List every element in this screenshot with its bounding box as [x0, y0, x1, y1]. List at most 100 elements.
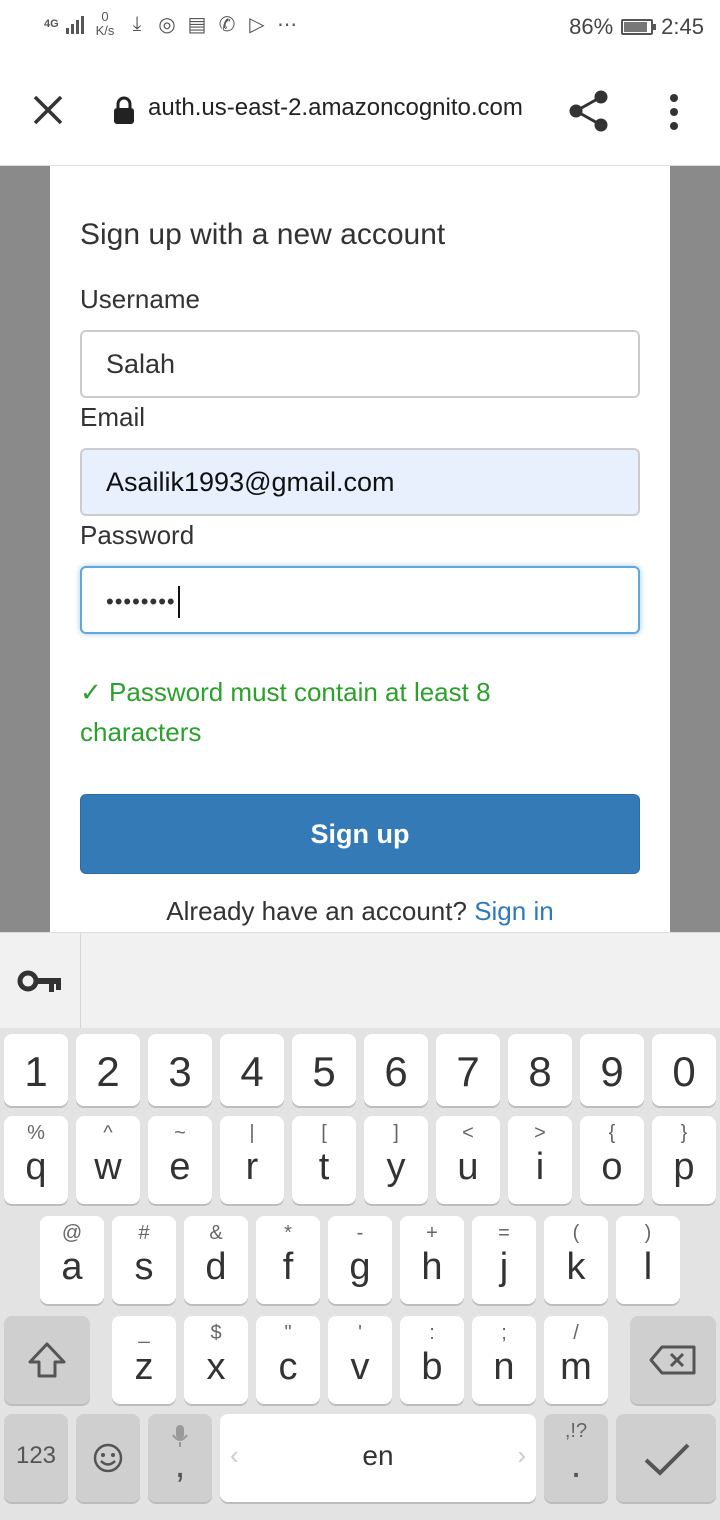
key-1[interactable]: 1 — [4, 1034, 68, 1106]
keyboard-suggestion-bar — [0, 932, 720, 1029]
key-label: x — [206, 1346, 226, 1388]
network-speed-value: 0 — [101, 9, 109, 24]
key-label: c — [278, 1346, 298, 1388]
key-label: e — [169, 1146, 191, 1188]
key-label: en — [362, 1440, 394, 1471]
browser-toolbar: auth.us-east-2.amazoncognito.com — [0, 56, 720, 166]
share-icon[interactable] — [566, 88, 612, 134]
key-s[interactable]: # s — [112, 1216, 176, 1304]
key-secondary-label: ) — [644, 1222, 652, 1244]
key-4[interactable]: 4 — [220, 1034, 284, 1106]
key-label: h — [421, 1246, 443, 1288]
signin-prompt: Already have an account? — [166, 896, 467, 926]
key-label: l — [643, 1246, 653, 1288]
key-secondary-label: % — [27, 1122, 45, 1144]
key-label: 8 — [528, 1048, 552, 1095]
shift-key[interactable] — [4, 1316, 90, 1404]
period-key[interactable]: ,!?. — [544, 1414, 608, 1502]
key-label: d — [205, 1246, 227, 1288]
key-u[interactable]: < u — [436, 1116, 500, 1204]
key-label: f — [282, 1246, 294, 1288]
password-key-icon[interactable] — [16, 963, 64, 999]
checkmark-icon — [644, 1443, 690, 1476]
form-title: Sign up with a new account — [80, 218, 446, 251]
key-m[interactable]: / m — [544, 1316, 608, 1404]
key-r[interactable]: | r — [220, 1116, 284, 1204]
key-secondary-label: $ — [210, 1322, 222, 1344]
symbols-key[interactable]: 123 — [4, 1414, 68, 1502]
key-secondary-label: ] — [393, 1122, 399, 1144]
key-label: m — [560, 1346, 592, 1388]
key-i[interactable]: > i — [508, 1116, 572, 1204]
enter-key[interactable] — [616, 1414, 716, 1502]
key-secondary-label: = — [498, 1222, 510, 1244]
key-e[interactable]: ~ e — [148, 1116, 212, 1204]
key-n[interactable]: ; n — [472, 1316, 536, 1404]
backspace-icon — [649, 1345, 696, 1375]
key-7[interactable]: 7 — [436, 1034, 500, 1106]
key-b[interactable]: :b — [400, 1316, 464, 1404]
key-6[interactable]: 6 — [364, 1034, 428, 1106]
key-label: s — [134, 1246, 154, 1288]
key-label: y — [386, 1146, 406, 1188]
emoji-key[interactable] — [76, 1414, 140, 1502]
key-w[interactable]: ^ w — [76, 1116, 140, 1204]
key-x[interactable]: $ x — [184, 1316, 248, 1404]
key-0[interactable]: 0 — [652, 1034, 716, 1106]
key-g[interactable]: -g — [328, 1216, 392, 1304]
username-label: Username — [80, 284, 200, 314]
key-label: v — [350, 1346, 370, 1388]
key-z[interactable]: _ z — [112, 1316, 176, 1404]
play-store-icon: ▷ — [249, 13, 265, 36]
key-3[interactable]: 3 — [148, 1034, 212, 1106]
username-input[interactable]: Salah — [80, 330, 640, 398]
key-t[interactable]: [t — [292, 1116, 356, 1204]
key-q[interactable]: % q — [4, 1116, 68, 1204]
key-2[interactable]: 2 — [76, 1034, 140, 1106]
close-icon[interactable] — [30, 92, 66, 128]
key-secondary-label: / — [573, 1322, 579, 1344]
key-5[interactable]: 5 — [292, 1034, 356, 1106]
key-c[interactable]: " c — [256, 1316, 320, 1404]
key-a[interactable]: @ a — [40, 1216, 104, 1304]
key-9[interactable]: 9 — [580, 1034, 644, 1106]
password-input[interactable]: •••••••• — [80, 566, 640, 634]
key-f[interactable]: * f — [256, 1216, 320, 1304]
key-secondary-label: - — [356, 1222, 364, 1244]
email-input[interactable]: Asailik1993@gmail.com — [80, 448, 640, 516]
key-label: 7 — [456, 1048, 480, 1095]
key-8[interactable]: 8 — [508, 1034, 572, 1106]
comma-key[interactable]: , — [148, 1414, 212, 1502]
signup-button[interactable]: Sign up — [80, 794, 640, 874]
microphone-icon — [172, 1425, 188, 1447]
address-bar-url[interactable]: auth.us-east-2.amazoncognito.com — [148, 94, 538, 122]
key-label: i — [535, 1146, 545, 1188]
password-validation-message: ✓ Password must contain at least 8 chara… — [80, 672, 600, 752]
overflow-menu-icon[interactable] — [662, 92, 686, 132]
key-secondary-label: ,!? — [564, 1420, 588, 1442]
key-j[interactable]: = j — [472, 1216, 536, 1304]
password-label: Password — [80, 520, 195, 550]
key-o[interactable]: {o — [580, 1116, 644, 1204]
more-icon: ⋯ — [277, 13, 297, 36]
key-l[interactable]: ) l — [616, 1216, 680, 1304]
key-p[interactable]: } p — [652, 1116, 716, 1204]
key-secondary-label: } — [680, 1122, 688, 1144]
key-v[interactable]: ' v — [328, 1316, 392, 1404]
key-d[interactable]: & d — [184, 1216, 248, 1304]
key-secondary-label: & — [209, 1222, 223, 1244]
key-h[interactable]: + h — [400, 1216, 464, 1304]
status-left: 4G 0 K/s ⤓ ◎ ▤ ✆ ▷ ⋯ — [44, 10, 298, 38]
key-k[interactable]: (k — [544, 1216, 608, 1304]
key-secondary-label: " — [284, 1322, 292, 1344]
key-secondary-label: | — [249, 1122, 255, 1144]
validation-text: Password must contain at least 8 charact… — [80, 677, 491, 747]
signin-link[interactable]: Sign in — [474, 896, 554, 926]
key-secondary-label: [ — [321, 1122, 327, 1144]
space-key[interactable]: en ‹ › — [220, 1414, 536, 1502]
signal-icon — [66, 14, 84, 34]
key-label: 0 — [672, 1048, 696, 1095]
backspace-key[interactable] — [630, 1316, 716, 1404]
key-y[interactable]: ] y — [364, 1116, 428, 1204]
lock-icon — [114, 96, 134, 124]
